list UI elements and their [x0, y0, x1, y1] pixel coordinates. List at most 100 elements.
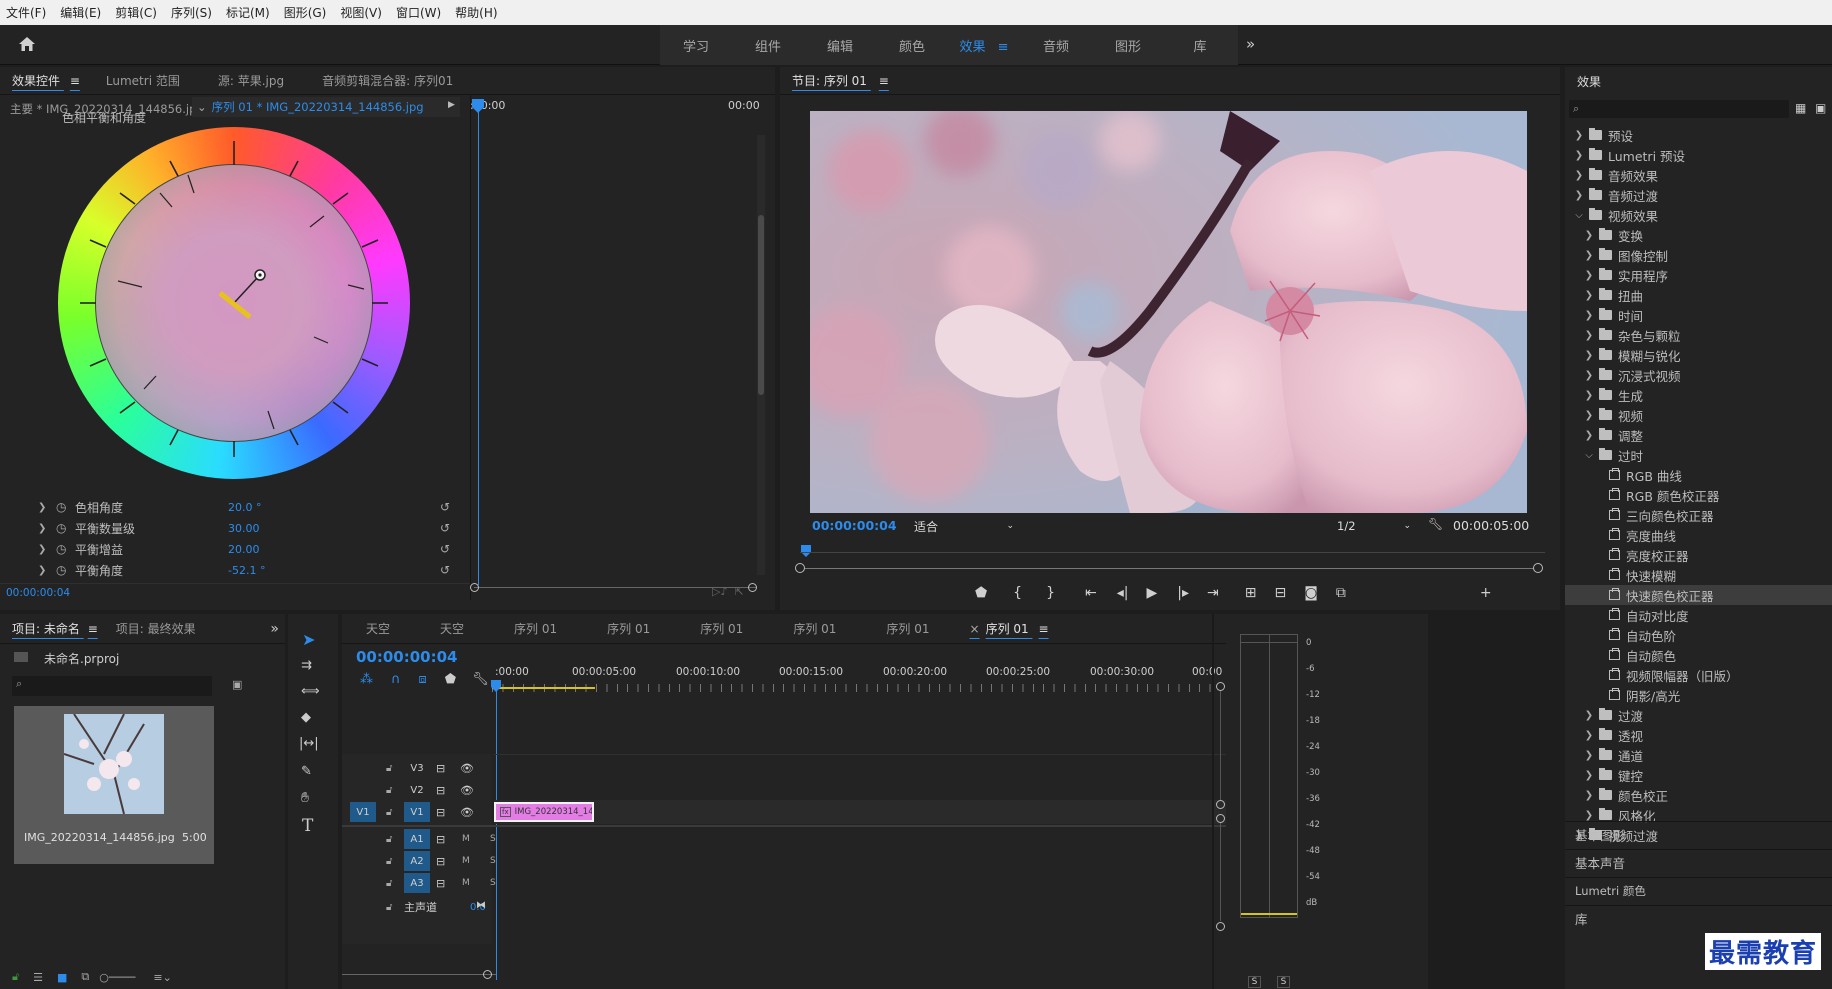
stopwatch-icon[interactable]: ◷ [56, 542, 66, 556]
effect-item[interactable]: 自动对比度 [1565, 605, 1832, 625]
effect-item[interactable]: RGB 曲线 [1565, 465, 1832, 485]
workspace-editing[interactable]: 编辑 [804, 36, 876, 55]
menu-edit[interactable]: 编辑(E) [60, 4, 101, 21]
sync-lock-icon[interactable]: ⊟ [436, 762, 445, 775]
menu-graphics[interactable]: 图形(G) [284, 4, 327, 21]
chevron-right-icon[interactable]: ❯ [1583, 750, 1595, 761]
workspace-assembly[interactable]: 组件 [732, 36, 804, 55]
snap-icon[interactable]: ∩ [391, 672, 401, 687]
more-panels-icon[interactable]: » [270, 621, 279, 637]
effect-item[interactable]: 阴影/高光 [1565, 685, 1832, 705]
chevron-right-icon[interactable]: ❯ [1583, 390, 1595, 401]
chevron-right-icon[interactable]: ❯ [1573, 150, 1585, 161]
freeform-view-icon[interactable]: ⧉ [81, 970, 89, 984]
effects-folder[interactable]: ⌵ 过时 [1565, 445, 1832, 465]
solo-left-button[interactable]: S [1247, 976, 1262, 988]
selection-tool-icon[interactable]: ➤ [302, 630, 315, 649]
chevron-right-icon[interactable]: ❯ [1583, 710, 1595, 721]
reset-icon[interactable]: ↺ [440, 521, 450, 535]
reset-icon[interactable]: ↺ [440, 500, 450, 514]
ripple-edit-tool-icon[interactable]: ⟺ [301, 684, 320, 699]
lock-icon[interactable]: 🔓︎ [386, 807, 392, 818]
menu-sequence[interactable]: 序列(S) [171, 4, 212, 21]
mute-button[interactable]: M [462, 856, 470, 866]
essential-graphics-tab[interactable]: 基本图形 [1565, 821, 1832, 847]
hand-tool-icon[interactable]: ✋︎ [301, 790, 309, 806]
stopwatch-icon[interactable]: ◷ [56, 500, 66, 514]
chevron-right-icon[interactable]: ❯ [1573, 190, 1585, 201]
tab-source[interactable]: 源: 苹果.jpg [218, 72, 284, 89]
mark-in-icon[interactable]: { [1013, 585, 1022, 601]
go-to-in-icon[interactable]: ⇤ [1085, 585, 1097, 601]
chevron-down-icon[interactable]: ⌵ [1573, 210, 1585, 221]
sequence-clip-selector[interactable]: ⌄ 序列 01 * IMG_20220314_144856.jpg [192, 97, 460, 117]
sort-icon[interactable]: ≡⌄ [153, 971, 171, 984]
effect-item[interactable]: 三向颜色校正器 [1565, 505, 1832, 525]
effects-folder[interactable]: ❯ 视频 [1565, 405, 1832, 425]
effects-folder[interactable]: ❯ 音频效果 [1565, 165, 1832, 185]
solo-button[interactable]: S [490, 878, 496, 888]
effects-folder[interactable]: ❯ 扭曲 [1565, 285, 1832, 305]
workspace-learn[interactable]: 学习 [660, 36, 732, 55]
project-clip-item[interactable]: IMG_20220314_144856.jpg 5:00 [14, 706, 214, 864]
solo-button[interactable]: S [490, 834, 496, 844]
chevron-right-icon[interactable]: ❯ [1583, 810, 1595, 821]
prop-balance-gain[interactable]: ❯ ◷ 平衡增益 20.00 ↺ [0, 539, 460, 559]
sync-lock-icon[interactable]: ⊟ [436, 833, 445, 846]
track-target-v1[interactable]: V1 [404, 802, 430, 822]
program-scrub-bar[interactable] [795, 545, 1545, 575]
prop-balance-angle[interactable]: ❯ ◷ 平衡角度 -52.1 ° ↺ [0, 560, 460, 580]
track-target-v2[interactable]: V2 [404, 780, 430, 800]
razor-tool-icon[interactable]: ◆ [301, 710, 311, 725]
tab-project-untitled[interactable]: 项目: 未命名 ≡ [12, 620, 98, 637]
tab-sequence-sky-2[interactable]: 天空 [440, 620, 464, 637]
resolution-dropdown[interactable]: 1/2 ⌄ [1333, 517, 1415, 535]
balance-angle-value[interactable]: -52.1 ° [228, 564, 265, 577]
source-patch-v1[interactable]: V1 [350, 802, 376, 822]
effects-folder[interactable]: ❯ 调整 [1565, 425, 1832, 445]
effects-folder[interactable]: ❯ 透视 [1565, 725, 1832, 745]
chevron-right-icon[interactable]: ❯ [1583, 310, 1595, 321]
tab-sequence-sky-1[interactable]: 天空 [366, 620, 390, 637]
list-view-icon[interactable]: ☰ [33, 971, 43, 984]
effects-folder[interactable]: ❯ 沉浸式视频 [1565, 365, 1832, 385]
stopwatch-icon[interactable]: ◷ [56, 521, 66, 535]
lift-icon[interactable]: ⊞ [1245, 585, 1257, 601]
sync-lock-icon[interactable]: ⊟ [436, 784, 445, 797]
tab-sequence-7[interactable]: 序列 01 [886, 620, 929, 637]
timeline-settings-icon[interactable]: 🔧︎ [472, 672, 489, 687]
chevron-right-icon[interactable]: ❯ [1583, 430, 1595, 441]
menu-help[interactable]: 帮助(H) [455, 4, 497, 21]
effects-folder[interactable]: ❯ 杂色与颗粒 [1565, 325, 1832, 345]
project-search-input[interactable]: ⌕ [12, 676, 212, 696]
sync-lock-icon[interactable]: ⊟ [436, 806, 445, 819]
tab-sequence-3[interactable]: 序列 01 [514, 620, 557, 637]
menu-window[interactable]: 窗口(W) [396, 4, 441, 21]
track-target-v3[interactable]: V3 [404, 758, 430, 778]
lock-icon[interactable]: 🔓︎ [386, 856, 392, 867]
effect-item[interactable]: 快速颜色校正器 [1565, 585, 1832, 605]
workspace-libraries[interactable]: 库 [1164, 36, 1236, 55]
effect-item[interactable]: 亮度曲线 [1565, 525, 1832, 545]
effect-item[interactable]: 自动色阶 [1565, 625, 1832, 645]
chevron-right-icon[interactable]: ❯ [1583, 770, 1595, 781]
lumetri-color-tab[interactable]: Lumetri 颜色 [1565, 877, 1832, 903]
reset-icon[interactable]: ↺ [440, 542, 450, 556]
lock-icon[interactable]: 🔓︎ [386, 834, 392, 845]
track-target-a2[interactable]: A2 [404, 851, 430, 871]
close-icon[interactable]: × [970, 622, 980, 636]
timeline-timecode[interactable]: 00:00:00:04 [356, 648, 458, 666]
tab-sequence-active[interactable]: × 序列 01 ≡ [970, 620, 1049, 637]
workspace-graphics[interactable]: 图形 [1092, 36, 1164, 55]
stopwatch-icon[interactable]: ◷ [56, 563, 66, 577]
sync-lock-icon[interactable]: ⊟ [436, 877, 445, 890]
effects-folder[interactable]: ❯ 时间 [1565, 305, 1832, 325]
chevron-right-icon[interactable]: ❯ [1583, 270, 1595, 281]
tab-sequence-4[interactable]: 序列 01 [607, 620, 650, 637]
tab-program[interactable]: 节目: 序列 01 ≡ [792, 72, 889, 89]
chevron-right-icon[interactable]: ❯ [1583, 230, 1595, 241]
go-to-out-icon[interactable]: ⇥ [1207, 585, 1219, 601]
fit-dropdown[interactable]: 适合 ⌄ [910, 517, 1018, 535]
linked-selection-icon[interactable]: ⧈ [419, 672, 427, 687]
program-timecode[interactable]: 00:00:00:04 [812, 518, 897, 533]
